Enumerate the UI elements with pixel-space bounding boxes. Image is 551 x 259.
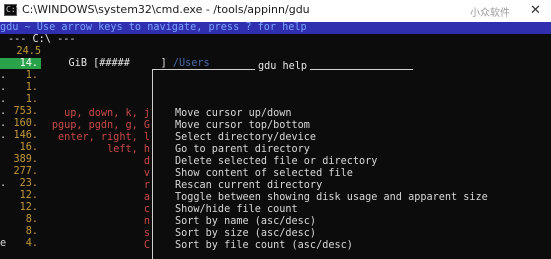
- help-description: Toggle between showing disk usage and ap…: [175, 192, 488, 203]
- help-dialog-title: gdu help: [255, 61, 311, 73]
- help-key: left, h: [107, 144, 150, 155]
- cmd-app-icon[interactable]: C:\: [4, 4, 20, 16]
- help-description: Sort by name (asc/desc): [175, 216, 317, 227]
- window-title: C:\WINDOWS\system32\cmd.exe - /tools/app…: [22, 3, 310, 16]
- help-key: v: [143, 168, 150, 179]
- help-description: Sort by file count (asc/desc): [175, 240, 353, 251]
- help-key: r: [143, 180, 150, 191]
- help-key: C: [143, 240, 150, 251]
- row-size[interactable]: 1.: [0, 70, 38, 82]
- help-hint-text: gdu ~ Use arrow keys to navigate, press …: [0, 22, 307, 33]
- help-key: up, down, k, j: [64, 108, 150, 119]
- help-key: a: [143, 192, 150, 203]
- close-icon[interactable]: ✕: [520, 0, 551, 22]
- terminal-area[interactable]: gdu ~ Use arrow keys to navigate, press …: [0, 22, 551, 259]
- help-key: c: [143, 204, 150, 215]
- header-usage: GiB [##### ] /Users: [44, 46, 210, 82]
- help-description: Go to parent directory: [175, 144, 310, 155]
- row-size[interactable]: 1.: [0, 94, 38, 106]
- selected-size: 14.: [19, 58, 38, 69]
- help-key: pgup, pgdn, g, G: [51, 120, 150, 131]
- row-size[interactable]: 1.: [0, 82, 38, 94]
- watermark-text: 小众软件: [470, 8, 510, 19]
- help-description: Rescan current directory: [175, 180, 323, 191]
- help-key: enter, right, l: [57, 132, 150, 143]
- help-description: Show/hide file count: [175, 204, 298, 215]
- entry-name[interactable]: /Users: [173, 58, 210, 69]
- selected-row[interactable]: 14.: [0, 58, 41, 69]
- help-description: Move cursor up/down: [175, 108, 292, 119]
- help-hint-bar: gdu ~ Use arrow keys to navigate, press …: [0, 22, 551, 34]
- help-description: Show content of selected file: [175, 168, 353, 179]
- help-key: d: [143, 156, 150, 167]
- current-path: --- C:\ ---: [8, 34, 76, 45]
- window-titlebar: C:\ C:\WINDOWS\system32\cmd.exe - /tools…: [0, 0, 551, 23]
- header-size: 24.5: [16, 46, 41, 57]
- usage-bar: [#####: [93, 58, 130, 69]
- usage-bar-end: ]: [160, 58, 167, 69]
- help-key: s: [143, 228, 150, 239]
- help-description: Move cursor top/bottom: [175, 120, 310, 131]
- help-description: Select directory/device: [175, 132, 317, 143]
- header-unit: GiB: [68, 58, 87, 69]
- help-key: n: [143, 216, 150, 227]
- help-dialog-border-left: [152, 69, 153, 259]
- help-description: Delete selected file or directory: [175, 156, 378, 167]
- help-description: Sort by size (asc/desc): [175, 228, 317, 239]
